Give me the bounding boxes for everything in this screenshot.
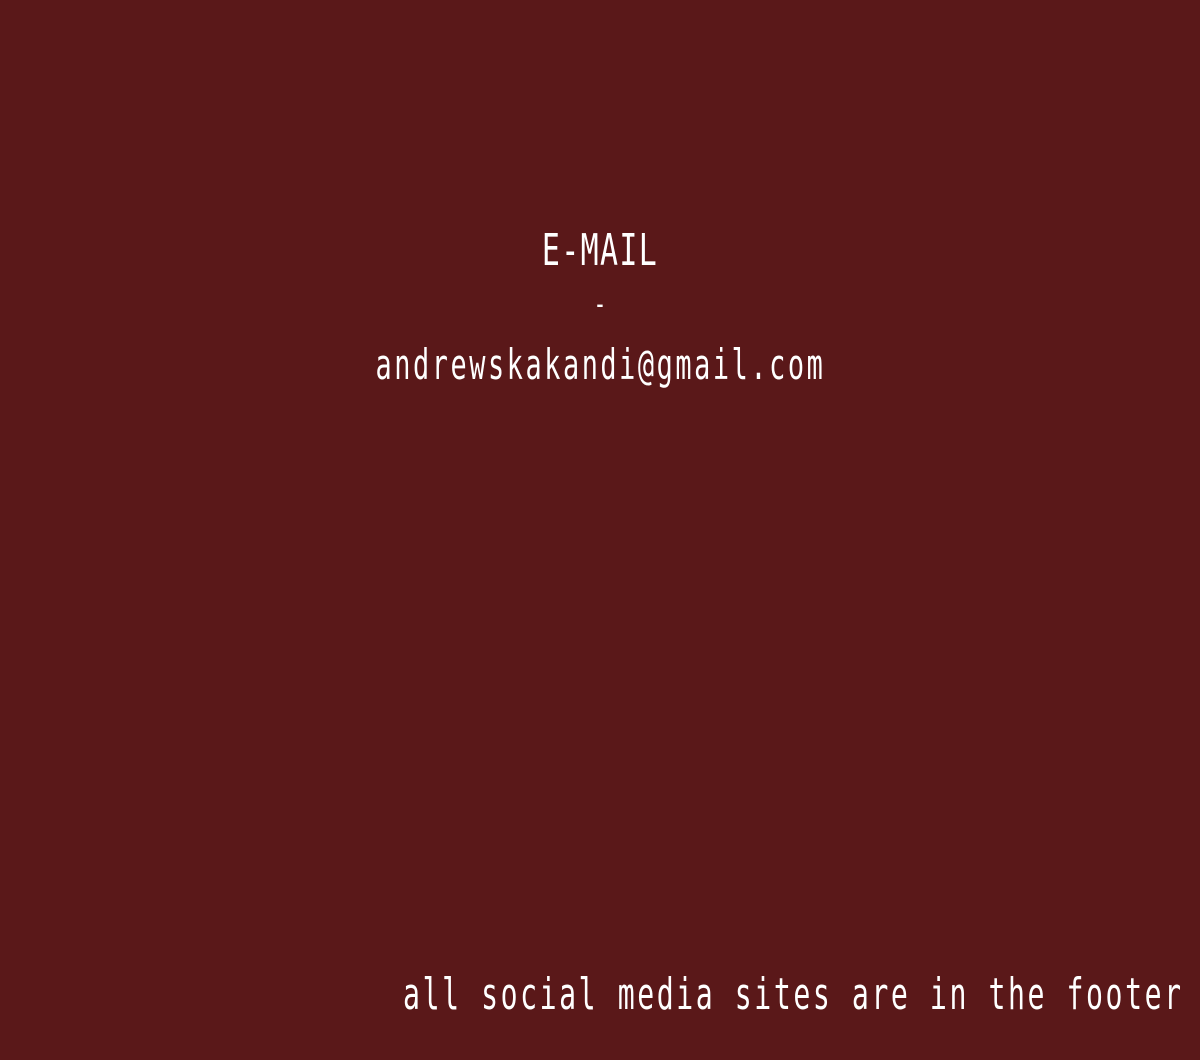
email-link[interactable]: andrewskakandi@gmail.com: [375, 336, 825, 394]
separator-dash: -: [593, 287, 607, 322]
contact-section: E-MAIL - andrewskakandi@gmail.com: [0, 222, 1200, 394]
social-media-note: all social media sites are in the footer: [403, 969, 1184, 1020]
email-heading: E-MAIL: [541, 225, 659, 276]
